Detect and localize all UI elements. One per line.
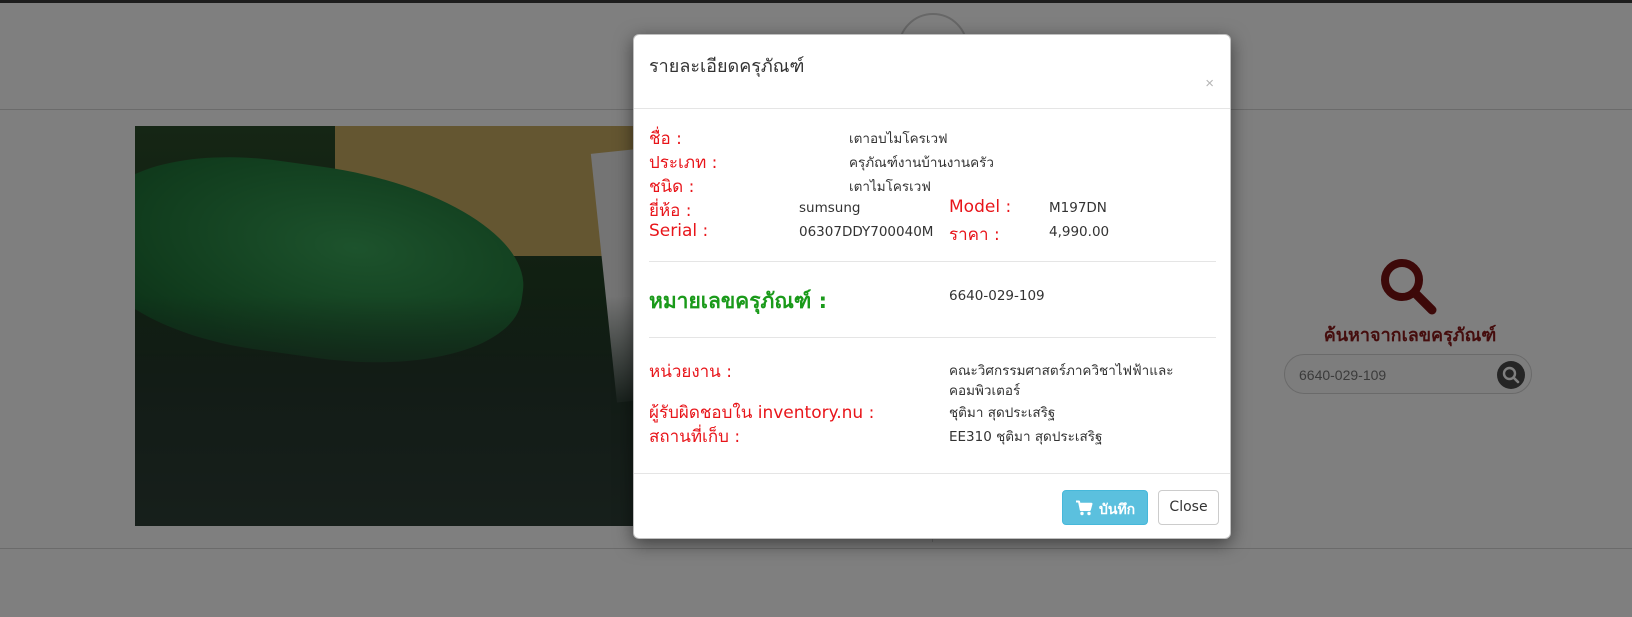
modal-footer: บันทึก Close	[634, 473, 1230, 539]
modal-title: รายละเอียดครุภัณฑ์	[649, 56, 805, 77]
unit-value-line2: คอมพิวเตอร์	[949, 383, 1021, 399]
serial-value: 06307DDY700040M	[799, 224, 934, 240]
serial-label: Serial :	[649, 221, 709, 241]
kind-label: ชนิด :	[649, 177, 695, 197]
brand-label: ยี่ห้อ :	[649, 201, 692, 221]
kind-value: เตาไมโครเวฟ	[849, 179, 931, 195]
asset-number-value: 6640-029-109	[949, 288, 1045, 304]
close-icon[interactable]: ×	[1205, 75, 1214, 92]
location-value: EE310 ชุติมา สุดประเสริฐ	[949, 429, 1103, 445]
name-value: เตาอบไมโครเวฟ	[849, 131, 948, 147]
brand-value: sumsung	[799, 200, 861, 216]
modal-header: รายละเอียดครุภัณฑ์ ×	[634, 35, 1230, 109]
model-label: Model :	[949, 197, 1012, 217]
asset-number-label: หมายเลขครุภัณฑ์ :	[649, 289, 827, 313]
unit-value-line1: คณะวิศกรรมศาสตร์ภาควิชาไฟฟ้าและ	[949, 363, 1174, 379]
owner-label: ผู้รับผิดชอบใน inventory.nu :	[649, 403, 875, 423]
category-value: ครุภัณฑ์งานบ้านงานครัว	[849, 155, 994, 171]
location-label: สถานที่เก็บ :	[649, 427, 741, 447]
cart-icon	[1076, 500, 1093, 516]
owner-value: ชุติมา สุดประเสริฐ	[949, 405, 1056, 421]
save-button-label: บันทึก	[1099, 502, 1136, 518]
close-button[interactable]: Close	[1158, 490, 1219, 525]
price-value: 4,990.00	[1049, 224, 1110, 240]
save-button[interactable]: บันทึก	[1062, 490, 1148, 525]
price-label: ราคา :	[949, 225, 1000, 245]
asset-detail-modal: รายละเอียดครุภัณฑ์ × ชื่อ : เตาอบไมโครเว…	[633, 34, 1231, 539]
section-divider	[649, 337, 1216, 338]
category-label: ประเภท :	[649, 153, 718, 173]
unit-label: หน่วยงาน :	[649, 362, 732, 382]
section-divider	[649, 261, 1216, 262]
name-label: ชื่อ :	[649, 129, 682, 149]
model-value: M197DN	[1049, 200, 1107, 216]
